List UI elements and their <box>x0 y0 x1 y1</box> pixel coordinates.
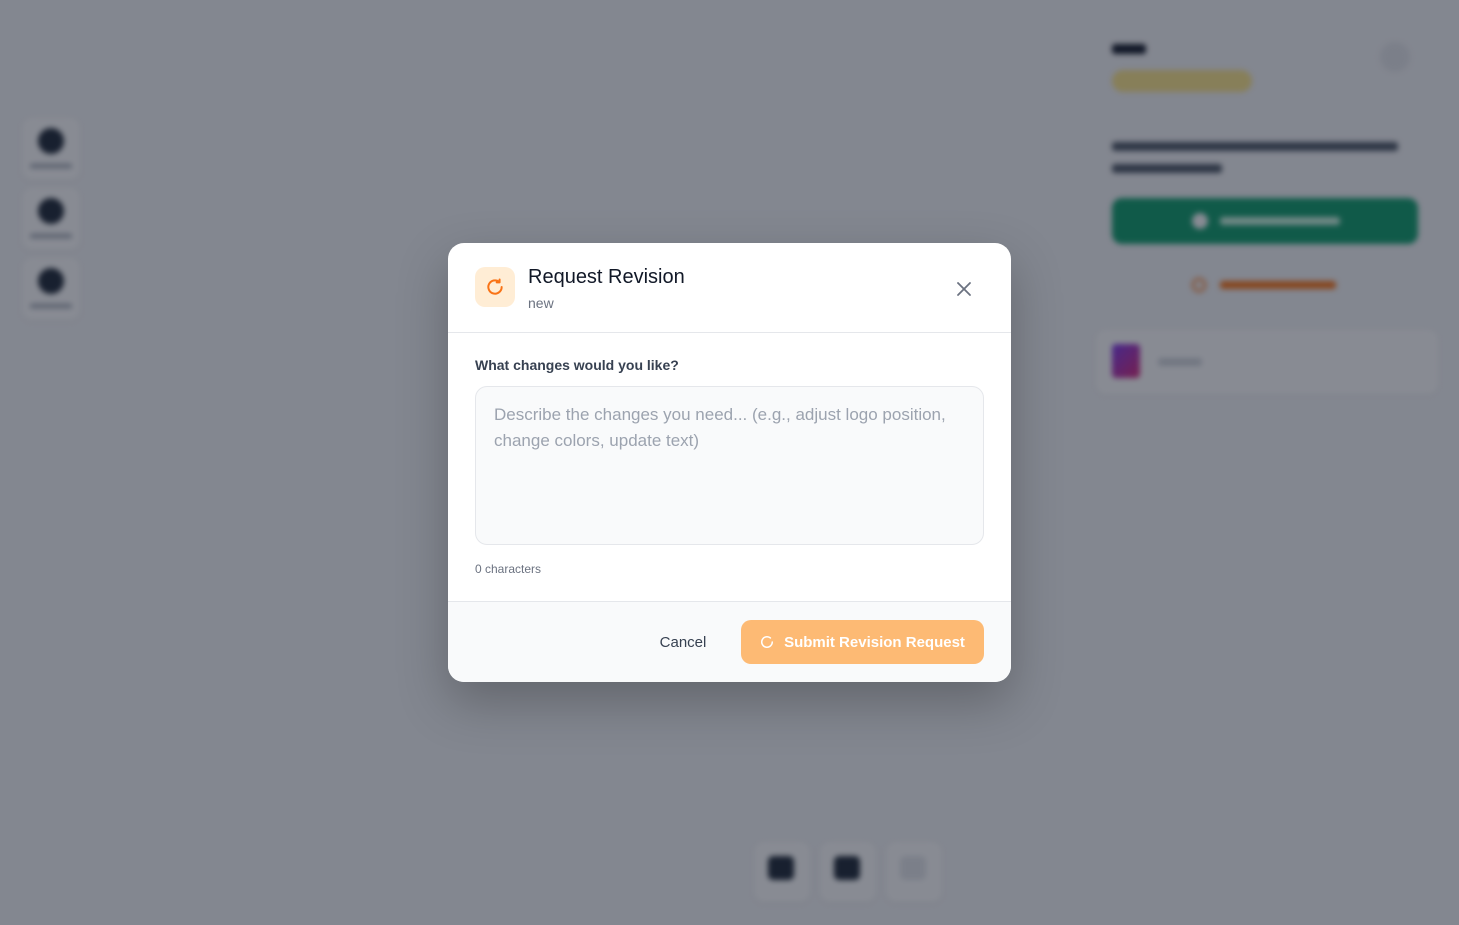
modal-footer: Cancel Submit Revision Request <box>448 601 1011 682</box>
refresh-icon <box>761 635 774 648</box>
close-button[interactable] <box>948 273 980 305</box>
field-label: What changes would you like? <box>475 357 679 373</box>
request-revision-modal: Request Revision new What changes would … <box>448 243 1011 682</box>
refresh-icon <box>475 267 515 307</box>
modal-header: Request Revision new <box>448 243 1011 333</box>
modal-subtitle: new <box>528 295 554 311</box>
submit-label: Submit Revision Request <box>784 633 965 651</box>
revision-textarea[interactable] <box>475 386 984 545</box>
cancel-button[interactable]: Cancel <box>638 620 728 664</box>
char-count: 0 characters <box>475 562 542 576</box>
close-icon <box>957 282 971 296</box>
submit-revision-button[interactable]: Submit Revision Request <box>741 620 984 664</box>
modal-title: Request Revision <box>528 266 685 288</box>
